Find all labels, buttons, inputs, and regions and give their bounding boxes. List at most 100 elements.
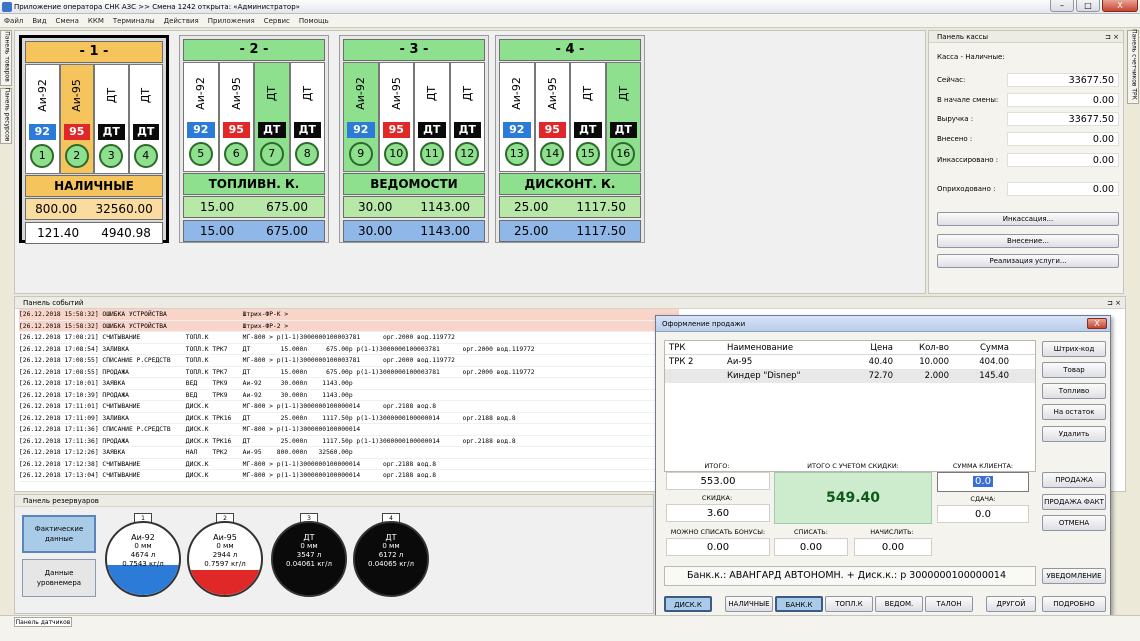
collection-button[interactable]: Инкассация... — [937, 212, 1119, 226]
event-row[interactable]: [26.12.2018 17:12:26] ЗАЯВКА НАЛ ТРК2 Аи… — [19, 447, 679, 459]
pay-coupon-button[interactable]: ТАЛОН — [925, 596, 973, 612]
pump-4[interactable]: - 4 - Аи-92 92 13 Аи-95 95 14 ДТ ДТ 15 Д… — [495, 35, 645, 243]
gauge-data-button[interactable]: Данные уровнемера — [22, 559, 96, 597]
event-row[interactable]: [26.12.2018 17:08:21] СЧИТЫВАНИЕ ТОПЛ.К … — [19, 332, 679, 344]
nozzle-5[interactable]: Аи-92 92 5 — [183, 62, 219, 172]
nozzle-1[interactable]: Аи-92 92 1 — [25, 64, 60, 174]
details-button[interactable]: ПОДРОБНО — [1042, 596, 1106, 612]
goods-button[interactable]: Товар — [1042, 362, 1106, 378]
event-row[interactable]: [26.12.2018 17:11:01] СЧИТЫВАНИЕ ДИСК.К … — [19, 401, 679, 413]
pump-1[interactable]: - 1 - Аи-92 92 1 Аи-95 95 2 ДТ ДТ 3 ДТ Д… — [19, 35, 169, 244]
event-row[interactable]: [26.12.2018 17:12:38] СЧИТЫВАНИЕ ДИСК.К … — [19, 459, 679, 470]
event-row[interactable]: [26.12.2018 17:11:36] СПИСАНИЕ Р.СРЕДСТВ… — [19, 424, 679, 436]
event-row[interactable]: [26.12.2018 17:11:09] ЗАЛИВКА ДИСК.К ТРК… — [19, 413, 679, 424]
event-row[interactable]: [26.12.2018 15:58:32] ОШИБКА УСТРОЙСТВА … — [19, 309, 679, 321]
service-sale-button[interactable]: Реализация услуги... — [937, 254, 1119, 268]
event-row[interactable]: [26.12.2018 17:10:39] ПРОДАЖА ВЕД ТРК9 А… — [19, 390, 679, 401]
pay-disc-card-button[interactable]: ДИСК.К — [664, 596, 712, 612]
menu-file[interactable]: Файл — [4, 17, 23, 25]
tank-1[interactable]: 1 Аи-92 0 мм 4674 л 0.7543 кг/л — [105, 513, 181, 597]
nozzle-number: 2 — [64, 144, 89, 168]
maximize-button[interactable]: □ — [1076, 0, 1100, 12]
event-row[interactable]: [26.12.2018 15:58:32] ОШИБКА УСТРОЙСТВА … — [19, 320, 679, 332]
event-row[interactable]: [26.12.2018 17:08:54] ЗАЛИВКА ТОПЛ.К ТРК… — [19, 344, 679, 355]
pay-other-button[interactable]: ДРУГОЙ — [986, 596, 1036, 612]
actual-data-button[interactable]: Фактические данные — [22, 515, 96, 553]
menu-help[interactable]: Помощь — [299, 17, 329, 25]
event-row[interactable]: [26.12.2018 17:11:36] ПРОДАЖА ДИСК.К ТРК… — [19, 436, 679, 447]
tab-trk-counters-panel[interactable]: Панель счетчиков ТРК — [1127, 29, 1139, 104]
tank-gauge: ДТ 0 мм 6172 л 0.04065 кг/л — [353, 521, 429, 597]
cancel-button[interactable]: ОТМЕНА — [1042, 515, 1106, 531]
fuel-name: ДТ — [104, 87, 118, 103]
pay-statement-button[interactable]: ВЕДОМ. — [875, 596, 923, 612]
pay-fuel-card-button[interactable]: ТОПЛ.К — [825, 596, 873, 612]
ordered-volume: 25.00 — [514, 200, 549, 214]
sale-button[interactable]: ПРОДАЖА — [1042, 472, 1106, 488]
nozzle-14[interactable]: Аи-95 95 14 — [534, 62, 570, 172]
table-row[interactable]: Киндер "Disnep" 72.70 2.000 145.40 — [665, 369, 1035, 383]
menu-actions[interactable]: Действия — [164, 17, 199, 25]
sale-fact-button[interactable]: ПРОДАЖА ФАКТ — [1042, 494, 1106, 510]
nozzle-15[interactable]: ДТ ДТ 15 — [570, 62, 606, 172]
nozzle-13[interactable]: Аи-92 92 13 — [499, 62, 535, 172]
fuel-button[interactable]: Топливо — [1042, 383, 1106, 399]
menu-service[interactable]: Сервис — [264, 17, 290, 25]
event-row[interactable]: [26.12.2018 17:08:55] СПИСАНИЕ Р.СРЕДСТВ… — [19, 355, 679, 367]
nozzle-12[interactable]: ДТ ДТ 12 — [449, 62, 485, 172]
nozzle-11[interactable]: ДТ ДТ 11 — [414, 62, 450, 172]
nozzle-number: 13 — [504, 142, 529, 166]
tank-3[interactable]: 3 ДТ 0 мм 3547 л 0.04061 кг/л — [271, 513, 347, 597]
writeoff-input[interactable]: 0.00 — [774, 538, 848, 556]
nozzle-2[interactable]: Аи-95 95 2 — [59, 64, 94, 174]
pay-bank-card-button[interactable]: БАНК.К — [775, 596, 823, 612]
nozzle-number: 9 — [348, 142, 373, 166]
menu-view[interactable]: Вид — [32, 17, 46, 25]
nozzle-10[interactable]: Аи-95 95 10 — [378, 62, 414, 172]
minimize-button[interactable]: – — [1050, 0, 1074, 12]
pump-number: - 1 - — [25, 41, 163, 63]
nozzle-8[interactable]: ДТ ДТ 8 — [289, 62, 325, 172]
tab-sensors-panel[interactable]: Панель датчиков — [14, 617, 72, 627]
tank-2[interactable]: 2 Аи-95 0 мм 2944 л 0.7597 кг/л — [187, 513, 263, 597]
nozzle-16[interactable]: ДТ ДТ 16 — [605, 62, 641, 172]
nozzle-6[interactable]: Аи-95 95 6 — [218, 62, 254, 172]
tab-resources-panel[interactable]: Панель ресурсов — [0, 88, 12, 144]
window-titlebar: Приложение оператора СНК АЗС >> Смена 12… — [0, 0, 1140, 14]
close-button[interactable]: X — [1102, 0, 1138, 12]
tank-level: 0 мм — [134, 542, 152, 550]
event-row[interactable]: [26.12.2018 17:10:01] ЗАЯВКА ВЕД ТРК9 Аи… — [19, 378, 679, 390]
event-log[interactable]: [26.12.2018 15:58:32] ОШИБКА УСТРОЙСТВА … — [19, 309, 679, 489]
table-row[interactable]: ТРК 2 Аи-95 40.40 10.000 404.00 — [665, 355, 1035, 369]
nozzle-4[interactable]: ДТ ДТ 4 — [128, 64, 163, 174]
menu-kkm[interactable]: ККМ — [88, 17, 104, 25]
notify-button[interactable]: УВЕДОМЛЕНИЕ — [1042, 568, 1106, 584]
nozzle-3[interactable]: ДТ ДТ 3 — [94, 64, 129, 174]
tank-4[interactable]: 4 ДТ 0 мм 6172 л 0.04065 кг/л — [353, 513, 429, 597]
nozzle-number: 4 — [133, 144, 158, 168]
barcode-button[interactable]: Штрих-код — [1042, 341, 1106, 357]
fuel-name: Аи-95 — [70, 78, 84, 112]
pump-2[interactable]: - 2 - Аи-92 92 5 Аи-95 95 6 ДТ ДТ 7 ДТ Д… — [179, 35, 329, 243]
ordered-volume: 800.00 — [35, 202, 78, 216]
to-balance-button[interactable]: На остаток — [1042, 404, 1106, 420]
pump-3[interactable]: - 3 - Аи-92 92 9 Аи-95 95 10 ДТ ДТ 11 ДТ… — [339, 35, 489, 243]
pin-icon[interactable]: ⊐ × — [1105, 31, 1119, 43]
pay-cash-button[interactable]: НАЛИЧНЫЕ — [725, 596, 773, 612]
nozzle-7[interactable]: ДТ ДТ 7 — [254, 62, 290, 172]
client-sum-input[interactable]: 0.0 — [937, 472, 1029, 492]
menu-shift[interactable]: Смена — [56, 17, 79, 25]
tank-level: 0 мм — [300, 542, 318, 550]
delete-button[interactable]: Удалить — [1042, 426, 1106, 442]
event-row[interactable]: [26.12.2018 17:13:04] СЧИТЫВАНИЕ ДИСК.К … — [19, 470, 679, 482]
dispensed-sum: 1143.00 — [420, 224, 470, 238]
dialog-close-button[interactable]: X — [1087, 318, 1107, 329]
event-row[interactable]: [26.12.2018 17:08:55] ПРОДАЖА ТОПЛ.К ТРК… — [19, 367, 679, 378]
deposit-button[interactable]: Внесение... — [937, 234, 1119, 248]
menu-applications[interactable]: Приложения — [208, 17, 255, 25]
menu-terminals[interactable]: Терминалы — [113, 17, 155, 25]
grade-badge: ДТ — [418, 122, 446, 138]
nozzle-9[interactable]: Аи-92 92 9 — [343, 62, 379, 172]
pin-icon[interactable]: ⊐ × — [1107, 297, 1121, 309]
tab-goods-panel[interactable]: Панель товаров — [0, 30, 12, 86]
